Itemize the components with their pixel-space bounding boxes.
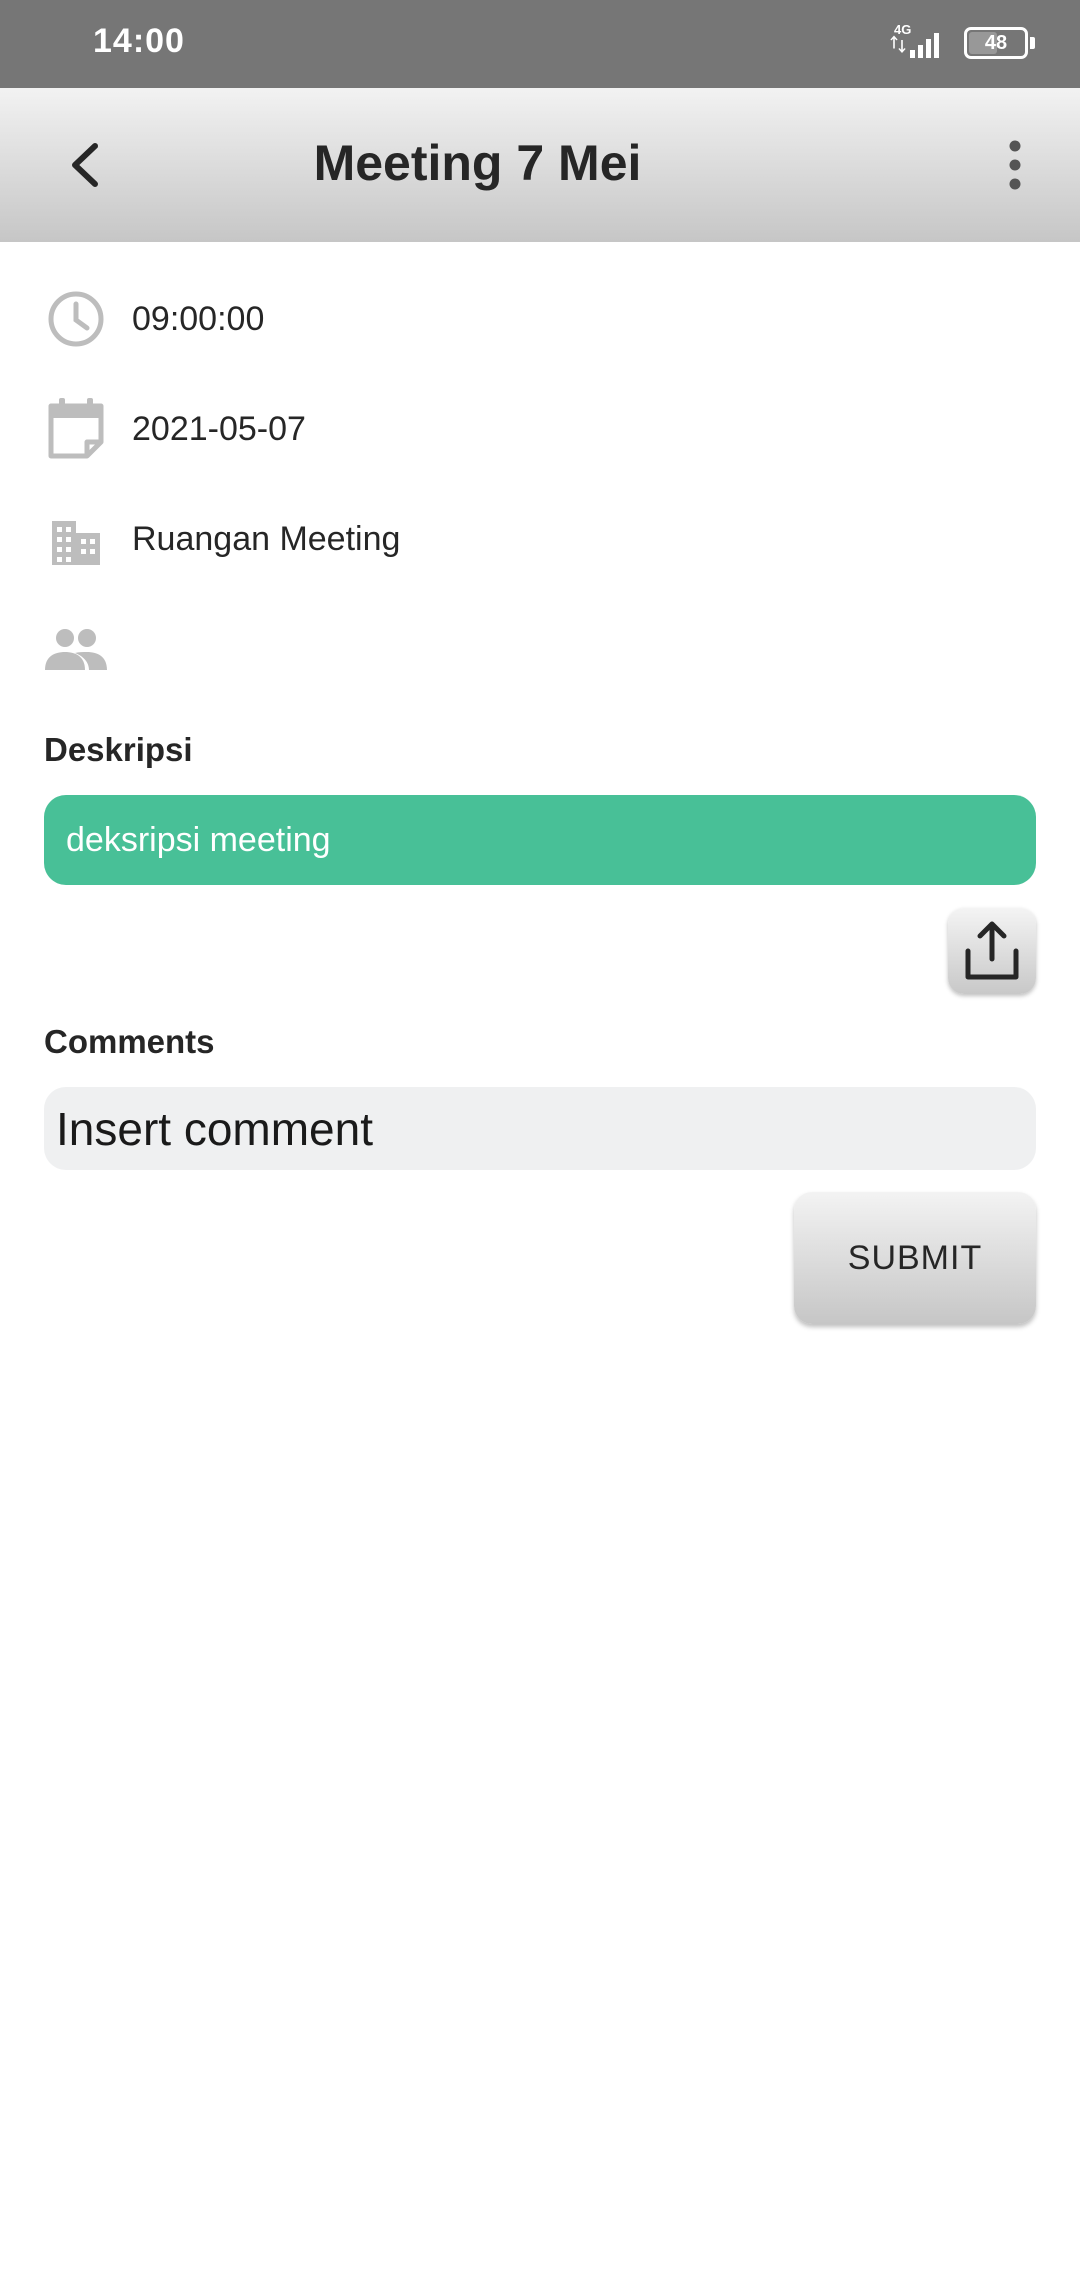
meeting-location: Ruangan Meeting <box>132 519 401 558</box>
meeting-time: 09:00:00 <box>132 299 265 338</box>
app-bar: Meeting 7 Mei <box>0 88 1080 242</box>
more-vertical-icon <box>1009 140 1021 190</box>
description-label: Deskripsi <box>44 731 193 768</box>
battery-icon: 48 <box>964 27 1035 59</box>
share-icon <box>965 921 1019 980</box>
comment-input[interactable] <box>44 1087 1036 1170</box>
comments-label: Comments <box>44 1023 215 1060</box>
more-options-button[interactable] <box>985 130 1045 200</box>
share-button[interactable] <box>948 908 1036 994</box>
date-row: 2021-05-07 <box>44 397 306 461</box>
time-row: 09:00:00 <box>44 287 264 351</box>
participants-row <box>44 617 132 681</box>
description-text: deksripsi meeting <box>66 820 331 859</box>
people-icon <box>44 617 108 681</box>
meeting-date: 2021-05-07 <box>132 409 306 448</box>
status-bar: 14:00 4G 48 <box>0 0 1080 88</box>
building-icon <box>44 507 108 571</box>
status-time: 14:00 <box>93 22 185 60</box>
calendar-icon <box>44 397 108 461</box>
signal-icon: 4G <box>888 22 948 60</box>
status-icons: 4G 48 <box>888 22 1035 60</box>
page-title: Meeting 7 Mei <box>313 135 642 191</box>
battery-level: 48 <box>984 31 1008 54</box>
location-row: Ruangan Meeting <box>44 507 400 571</box>
clock-icon <box>44 287 108 351</box>
description-box: deksripsi meeting <box>44 795 1036 885</box>
network-type-label: 4G <box>894 22 912 37</box>
submit-button[interactable]: SUBMIT <box>794 1192 1036 1324</box>
